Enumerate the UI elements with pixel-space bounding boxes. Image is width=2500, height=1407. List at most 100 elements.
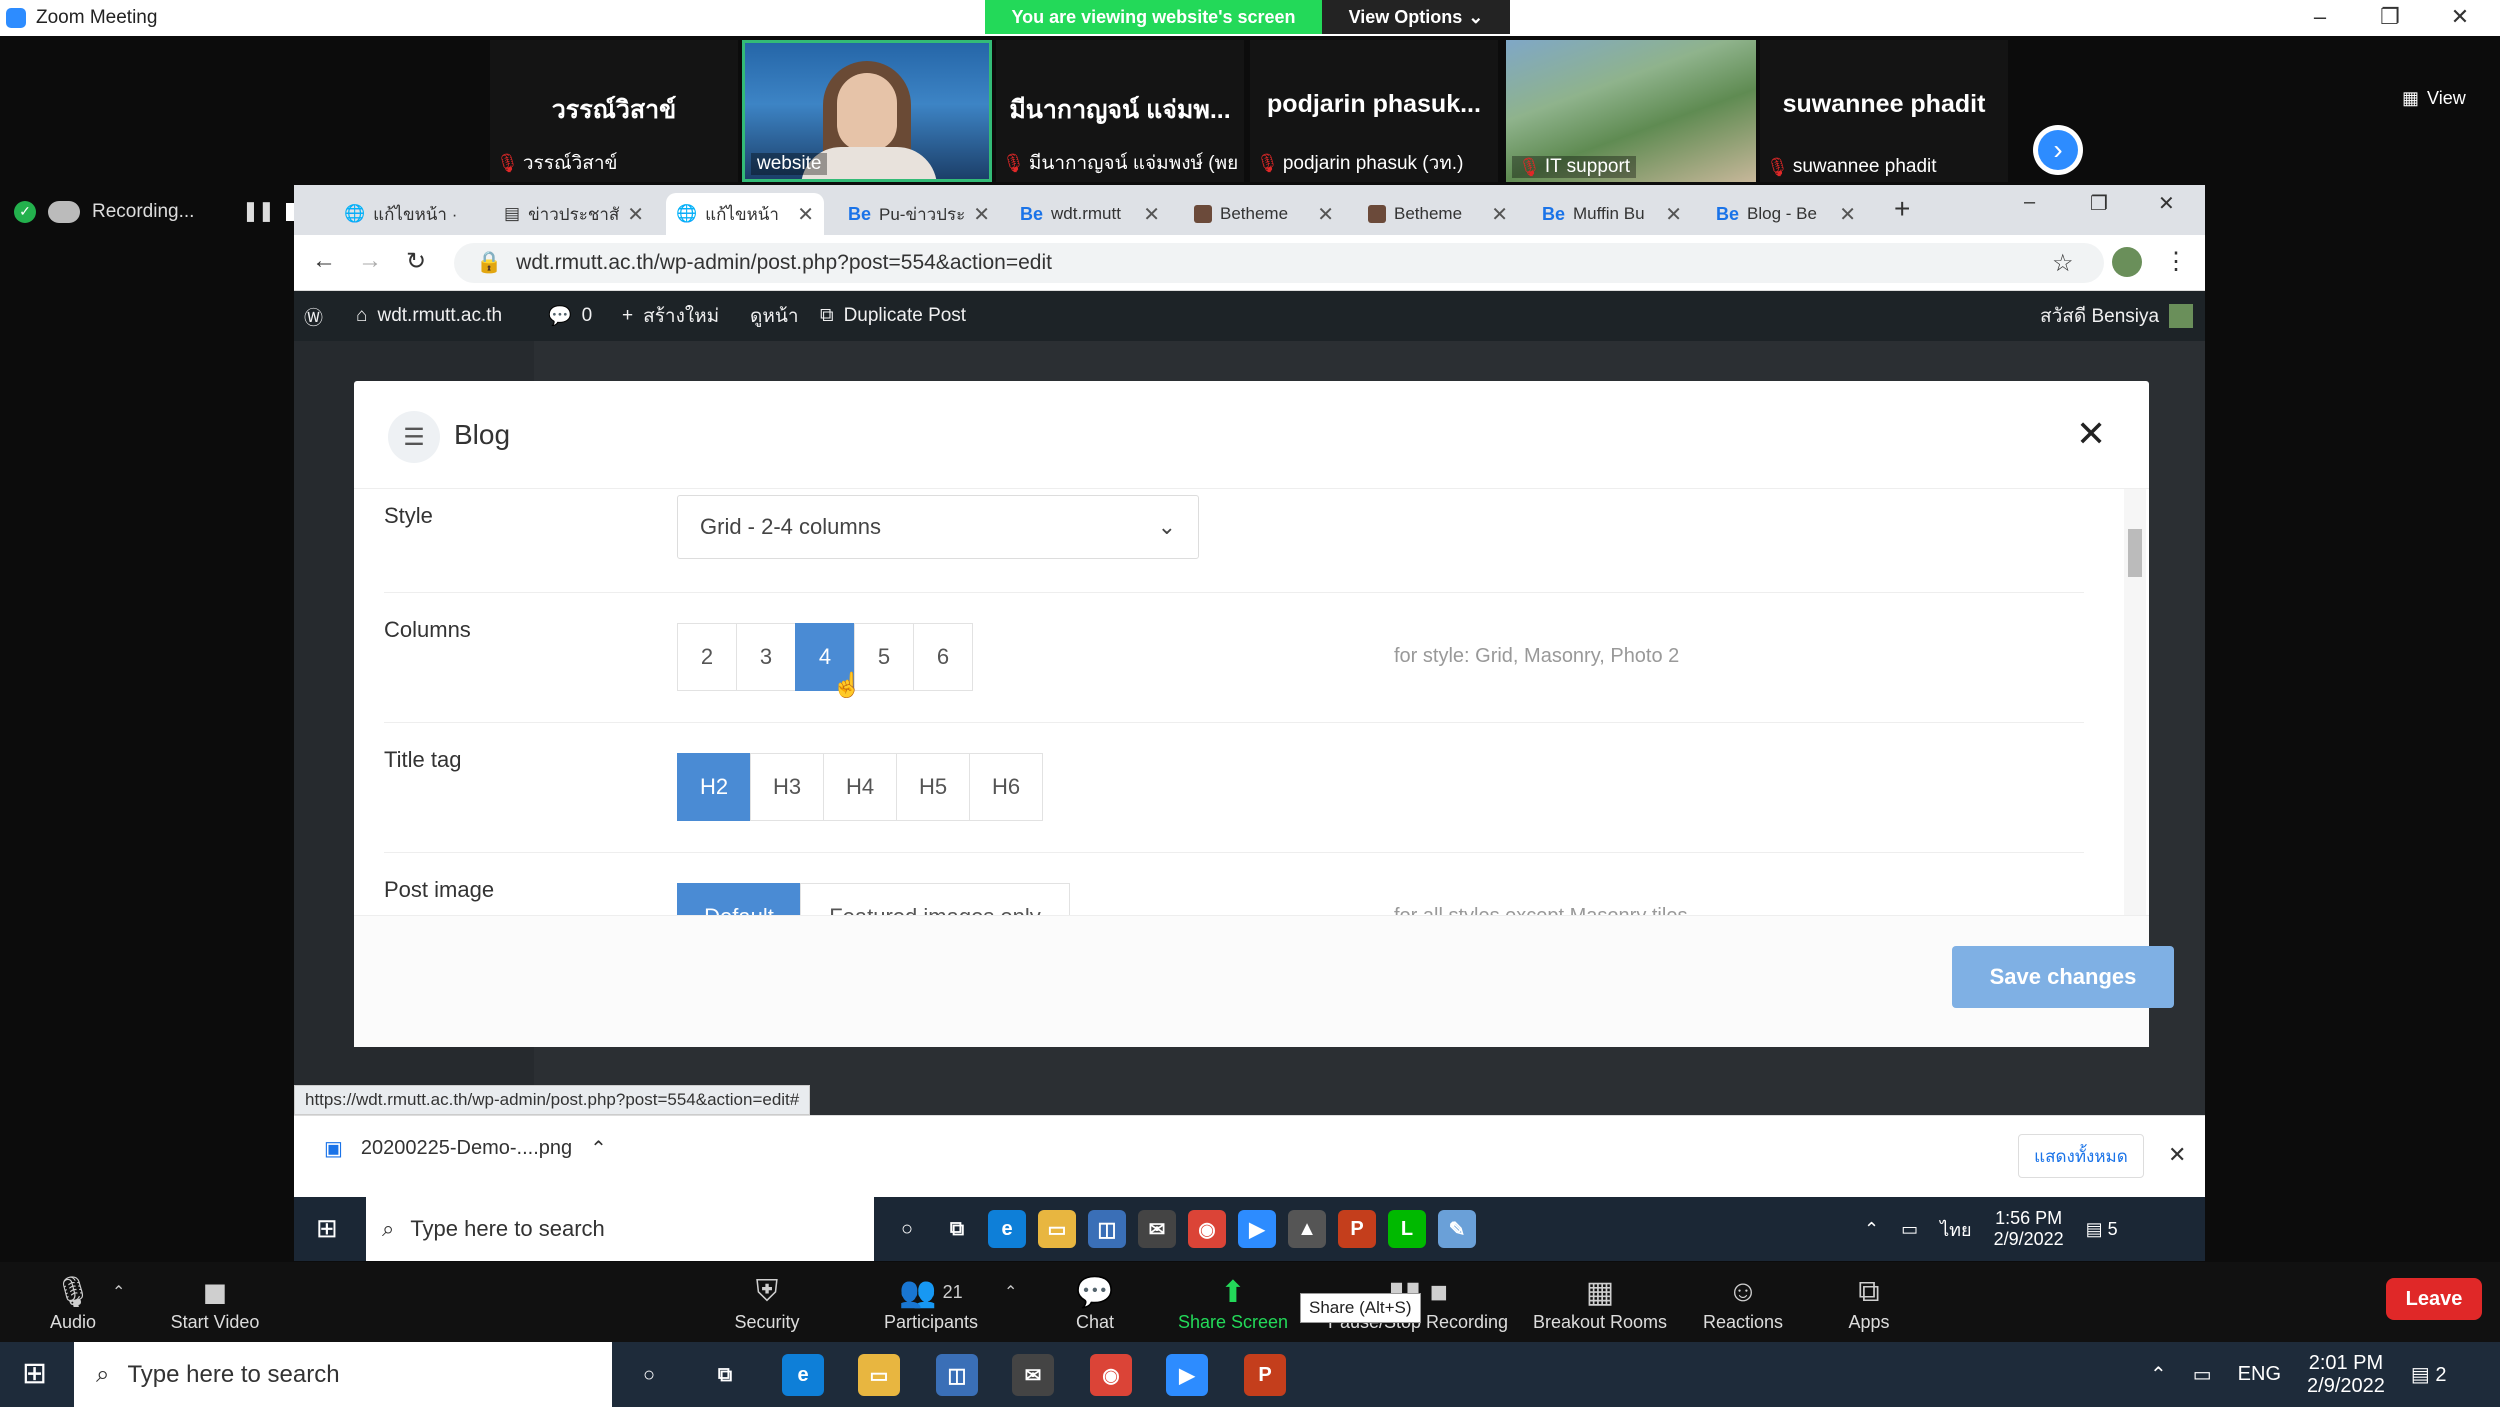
wp-site-link[interactable]: ⌂ wdt.rmutt.ac.th [356, 291, 502, 341]
modal-scrollbar[interactable] [2124, 489, 2146, 915]
leave-button[interactable]: Leave [2386, 1278, 2482, 1320]
back-icon[interactable]: ← [312, 247, 336, 275]
star-icon[interactable]: ☆ [2052, 249, 2074, 278]
browser-tab[interactable]: ▤ ข่าวประชาสั ✕ [494, 193, 644, 235]
browser-tab-active[interactable]: 🌐 แก้ไขหน้า ✕ [666, 193, 824, 235]
wp-new-link[interactable]: + สร้างใหม่ [622, 291, 719, 341]
browser-tab[interactable]: 🌐แก้ไขหน้า ·✕ [334, 193, 464, 235]
apps-button[interactable]: ⧉ Apps [1804, 1272, 1934, 1333]
reactions-button[interactable]: ☺ Reactions [1678, 1272, 1808, 1333]
url-field[interactable]: 🔒 wdt.rmutt.ac.th/wp-admin/post.php?post… [454, 243, 2104, 283]
security-button[interactable]: ⛨ Security [702, 1272, 832, 1333]
mail-icon[interactable]: ✉ [1012, 1354, 1054, 1396]
title-tag-option[interactable]: H4 [823, 753, 897, 821]
restore-icon[interactable]: ❐ [2362, 0, 2418, 34]
minimize-icon[interactable]: – [2024, 191, 2035, 214]
close-window-icon[interactable]: ✕ [2432, 0, 2488, 34]
cortana-icon[interactable]: ○ [628, 1354, 670, 1396]
language-indicator[interactable]: ENG [2238, 1363, 2281, 1386]
close-window-icon[interactable]: ✕ [2158, 191, 2175, 216]
windows-start-icon[interactable]: ⊞ [22, 1356, 47, 1391]
file-explorer-icon[interactable]: ▭ [858, 1354, 900, 1396]
site-name: wdt.rmutt.ac.th [377, 305, 503, 326]
participant-tile[interactable]: วรรณ์วิสาข์ 🎙 วรรณ์วิสาข์ [490, 40, 738, 182]
profile-avatar[interactable] [2112, 247, 2142, 277]
browser-tab[interactable]: Betheme ✕ [1184, 193, 1344, 235]
save-changes-button[interactable]: Save changes [1952, 946, 2174, 1008]
title-tag-option-selected[interactable]: H2 [677, 753, 751, 821]
close-tab-icon[interactable]: ✕ [627, 202, 644, 227]
participant-tile[interactable]: suwannee phadit 🎙 suwannee phadit [1760, 40, 2008, 182]
close-modal-icon[interactable]: ✕ [2076, 413, 2106, 455]
minimize-icon[interactable]: – [2292, 0, 2348, 34]
next-page-arrow-icon[interactable]: › [2033, 125, 2083, 175]
participant-video-tile[interactable]: 🎙 IT support [1506, 40, 1756, 182]
edge-icon[interactable]: e [782, 1354, 824, 1396]
close-tab-icon[interactable]: ✕ [797, 202, 814, 227]
participant-tile[interactable]: podjarin phasuk... 🎙 podjarin phasuk (วท.… [1250, 40, 1498, 182]
column-option[interactable]: 3 [736, 623, 796, 691]
wp-account-link[interactable]: สวัสดี Bensiya [2040, 291, 2194, 341]
wp-view-link[interactable]: ดูหน้า [750, 291, 799, 341]
style-select[interactable]: Grid - 2-4 columns ⌄ [677, 495, 1199, 559]
view-options-button[interactable]: View Options ⌄ [1322, 0, 1510, 34]
browser-tab[interactable]: Be Muffin Bu ✕ [1532, 193, 1692, 235]
menu-kebab-icon[interactable]: ⋮ [2164, 247, 2188, 276]
powerpoint-icon[interactable]: P [1244, 1354, 1286, 1396]
viewing-banner: You are viewing website's screen [985, 0, 1322, 34]
notification-icon[interactable]: ▤ 2 [2411, 1362, 2447, 1387]
wp-duplicate-link[interactable]: ⧉ Duplicate Post [820, 291, 966, 341]
column-option[interactable]: 5 [854, 623, 914, 691]
chevron-up-icon[interactable]: ⌃ [1004, 1282, 1017, 1302]
new-tab-icon[interactable]: + [1894, 193, 1910, 225]
reload-icon[interactable]: ↻ [406, 247, 426, 276]
close-download-bar-icon[interactable]: ✕ [2168, 1142, 2186, 1168]
wordpress-logo-icon[interactable]: Ⓦ [304, 291, 323, 341]
post-image-option[interactable]: Featured images only [800, 883, 1070, 915]
title-tag-option[interactable]: H3 [750, 753, 824, 821]
browser-tab[interactable]: Be Blog - Be ✕ [1706, 193, 1866, 235]
zoom-icon[interactable]: ▶ [1166, 1354, 1208, 1396]
download-item[interactable]: ▣ 20200225-Demo-....png ⌃ [324, 1136, 607, 1161]
browser-tab[interactable]: Betheme ✕ [1358, 193, 1518, 235]
breakout-rooms-button[interactable]: ▦ Breakout Rooms [1520, 1272, 1680, 1333]
chevron-up-icon[interactable]: ⌃ [2150, 1362, 2167, 1387]
network-icon[interactable]: ▭ [2193, 1362, 2212, 1387]
chat-button[interactable]: 💬 Chat [1030, 1272, 1160, 1333]
chrome-icon[interactable]: ◉ [1090, 1354, 1132, 1396]
participants-button[interactable]: 👥 21 Participants [866, 1272, 996, 1333]
browser-tab[interactable]: Be wdt.rmutt ✕ [1010, 193, 1170, 235]
wp-comments-link[interactable]: 💬 0 [548, 291, 592, 341]
title-tag-option[interactable]: H5 [896, 753, 970, 821]
view-button[interactable]: ▦ View [2402, 88, 2466, 109]
photos-icon: ▲ [1288, 1210, 1326, 1248]
close-tab-icon[interactable]: ✕ [1317, 202, 1334, 227]
share-screen-button[interactable]: ⬆ Share Screen [1168, 1272, 1298, 1333]
taskbar-search-box[interactable]: ⌕ Type here to search [74, 1342, 612, 1407]
start-video-button[interactable]: ◼ Start Video [150, 1272, 280, 1333]
browser-tab[interactable]: Be Pu-ข่าวประ ✕ [838, 193, 998, 235]
participant-video-tile[interactable]: website [742, 40, 992, 182]
view-label: ดูหน้า [750, 306, 799, 327]
column-option[interactable]: 6 [913, 623, 973, 691]
chevron-up-icon[interactable]: ⌃ [112, 1282, 125, 1302]
post-image-option-selected[interactable]: Default [677, 883, 801, 915]
restore-icon[interactable]: ❐ [2090, 191, 2108, 216]
column-option[interactable]: 2 [677, 623, 737, 691]
title-tag-option[interactable]: H6 [969, 753, 1043, 821]
pause-icon[interactable]: ❚❚ [242, 200, 274, 223]
show-all-button[interactable]: แสดงทั้งหมด [2018, 1134, 2144, 1178]
close-tab-icon[interactable]: ✕ [973, 202, 990, 227]
scrollbar-thumb[interactable] [2128, 529, 2142, 577]
close-tab-icon[interactable]: ✕ [1491, 202, 1508, 227]
taskbar-clock[interactable]: 2:01 PM 2/9/2022 [2307, 1352, 2385, 1398]
close-tab-icon[interactable]: ✕ [1839, 202, 1856, 227]
participant-tile[interactable]: มีนากาญจน์ แจ่มพ... 🎙 มีนากาญจน์ แจ่มพงษ์… [996, 40, 1244, 182]
store-icon[interactable]: ◫ [936, 1354, 978, 1396]
close-tab-icon[interactable]: ✕ [1143, 202, 1160, 227]
task-view-icon[interactable]: ⧉ [704, 1354, 746, 1396]
shared-clock: 1:56 PM 2/9/2022 [1994, 1208, 2064, 1250]
close-tab-icon[interactable]: ✕ [1665, 202, 1682, 227]
chevron-up-icon[interactable]: ⌃ [590, 1136, 607, 1161]
forward-icon[interactable]: → [358, 247, 382, 275]
